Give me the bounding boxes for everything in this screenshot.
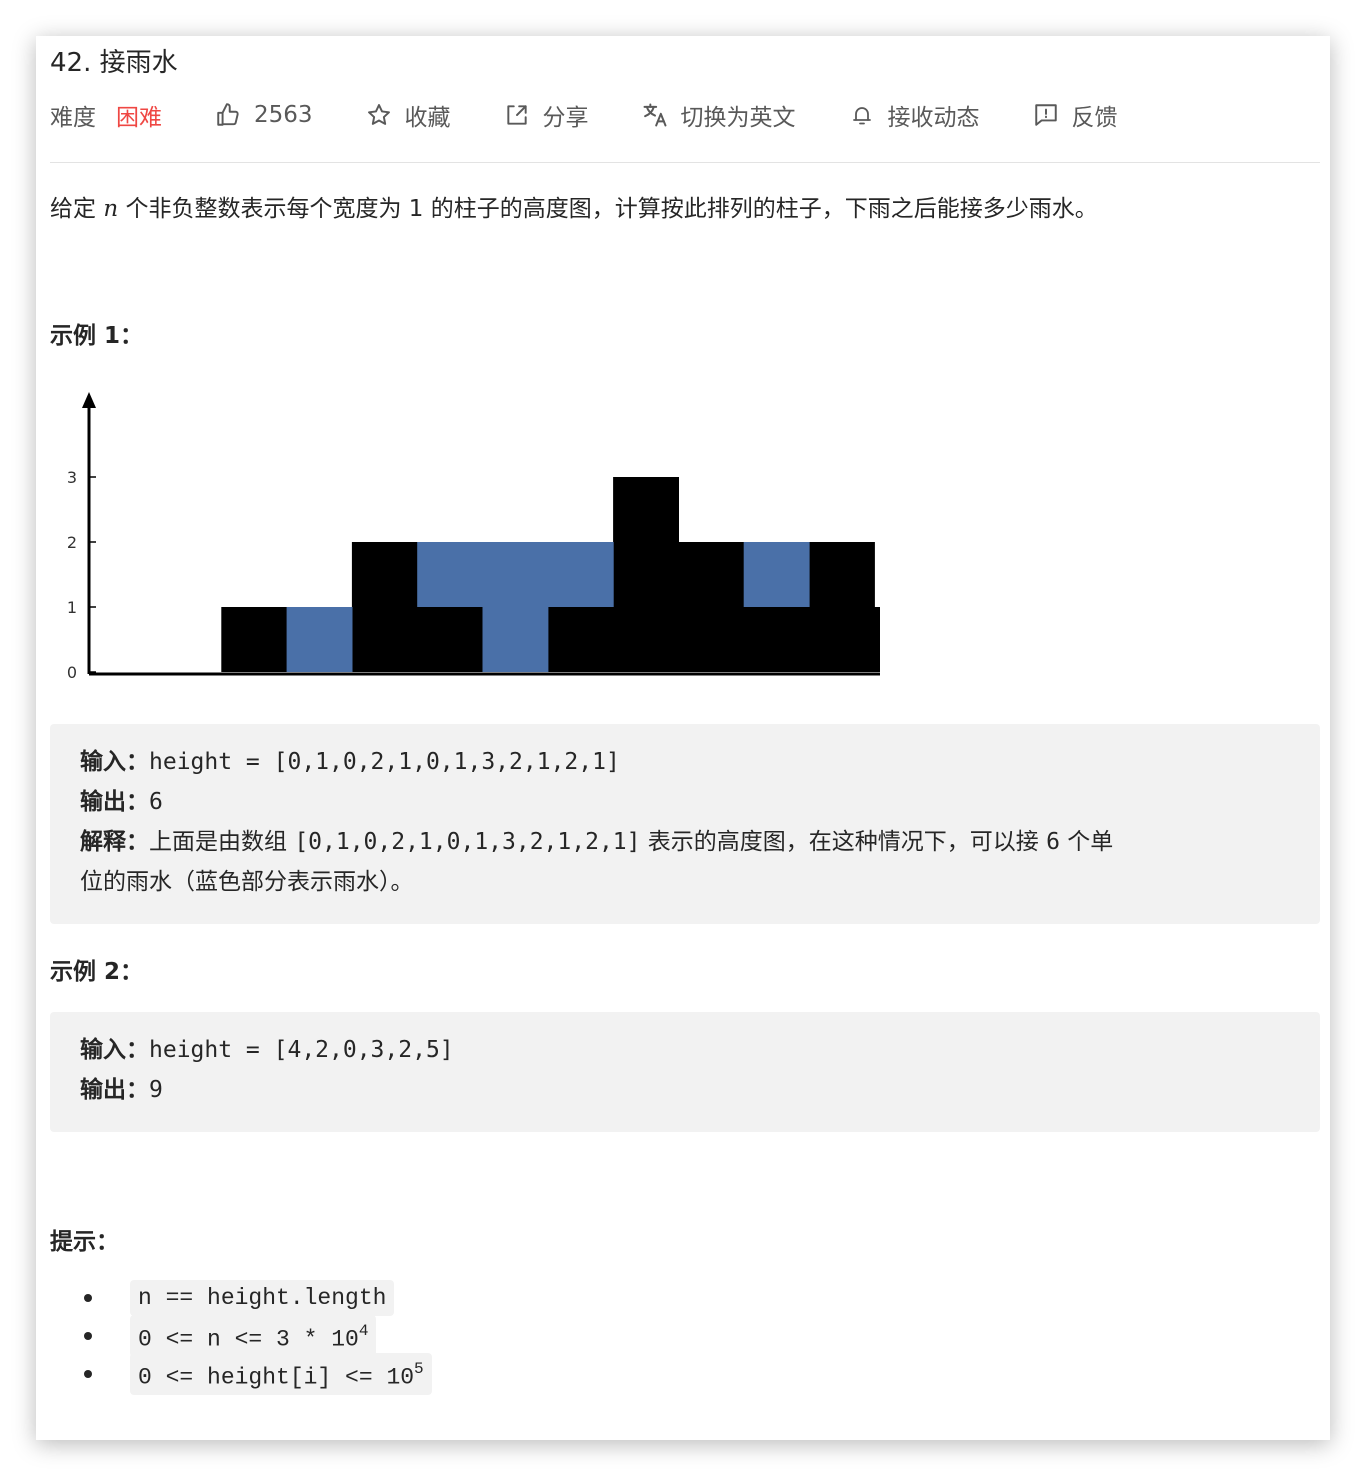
y-tick-label: 0 (67, 663, 77, 682)
description-variable: n (103, 196, 119, 222)
example-1-output-value: 6 (149, 789, 163, 815)
hint-exponent: 4 (358, 1321, 369, 1340)
problem-card: 42. 接雨水 难度 困难 2563 收藏 分享 切换为英文 接收动态 反馈 给… (36, 36, 1330, 1440)
example-1-input-label: 输入： (80, 749, 149, 775)
description-text-start: 给定 (50, 196, 104, 222)
elevation-bar (547, 607, 614, 672)
feedback-button[interactable]: 反馈 (1032, 98, 1118, 132)
hint-code: n == height.length (130, 1280, 395, 1316)
header-divider (50, 162, 1320, 163)
elevation-map-chart: 0 1 2 3 (67, 392, 941, 682)
elevation-bar (874, 607, 941, 672)
hint-code: 0 <= n <= 3 * 104 (130, 1314, 377, 1358)
hints-title: 提示： (50, 1229, 119, 1255)
example-1-explain-number: 6 (1046, 829, 1060, 855)
hint-text: n == height.length (138, 1285, 387, 1311)
example-1-output-line: 输出：6 (80, 782, 1290, 822)
share-button[interactable]: 分享 (503, 98, 589, 132)
thumbs-up-icon (214, 101, 242, 129)
translate-button[interactable]: 切换为英文 (641, 98, 796, 132)
feedback-label: 反馈 (1071, 105, 1118, 131)
example-2-output-line: 输出：9 (80, 1070, 1290, 1110)
hint-item: 0 <= height[i] <= 105 (50, 1352, 432, 1396)
share-label: 分享 (542, 105, 589, 131)
water-bar (482, 542, 549, 672)
example-2-output-label: 输出： (80, 1077, 149, 1103)
hint-code: 0 <= height[i] <= 105 (130, 1352, 432, 1396)
example-2-input-value: height = [4,2,0,3,2,5] (149, 1037, 454, 1063)
example-1-explain-continuation: 位的雨水（蓝色部分表示雨水）。 (80, 869, 414, 895)
problem-toolbar: 难度 困难 2563 收藏 分享 切换为英文 接收动态 反馈 (50, 98, 1170, 132)
example-1-explain-label: 解释： (80, 829, 149, 855)
example-1-explain-text-2: 表示的高度图，在这种情况下，可以接 (640, 829, 1047, 855)
like-button[interactable]: 2563 (214, 101, 313, 129)
like-count: 2563 (254, 102, 313, 128)
elevation-bar (417, 607, 484, 672)
example-2-code-block: 输入：height = [4,2,0,3,2,5] 输出：9 (50, 1012, 1320, 1132)
example-2-title: 示例 2： (50, 959, 144, 985)
subscribe-label: 接收动态 (887, 105, 980, 131)
example-1-explain-text-1: 上面是由数组 (149, 829, 295, 855)
example-1-explain-line: 解释：上面是由数组 [0,1,0,2,1,0,1,3,2,1,2,1] 表示的高… (80, 822, 1290, 862)
example-1-input-value: height = [0,1,0,2,1,0,1,3,2,1,2,1] (149, 749, 620, 775)
share-icon (503, 101, 531, 129)
water-bar (417, 542, 484, 607)
description-text-end: 个非负整数表示每个宽度为 1 的柱子的高度图，计算按此排列的柱子，下雨之后能接多… (118, 196, 1098, 222)
y-tick-label: 2 (67, 533, 77, 552)
example-2-input-label: 输入： (80, 1037, 149, 1063)
elevation-bar (613, 477, 679, 672)
example-1-explain-array: [0,1,0,2,1,0,1,3,2,1,2,1] (294, 829, 641, 855)
star-icon (365, 101, 393, 129)
hints-list: n == height.length 0 <= n <= 3 * 104 0 <… (50, 1279, 432, 1396)
hint-exponent: 5 (414, 1359, 424, 1378)
problem-description: 给定 n 个非负整数表示每个宽度为 1 的柱子的高度图，计算按此排列的柱子，下雨… (50, 192, 1098, 226)
water-bar (286, 607, 353, 672)
difficulty-badge: 困难 (116, 105, 162, 131)
bullet-icon (84, 1332, 92, 1340)
y-tick-label: 1 (67, 598, 77, 617)
elevation-bar (743, 607, 810, 672)
translate-label: 切换为英文 (680, 105, 796, 131)
elevation-bar (809, 542, 875, 672)
elevation-map-figure: 0 1 2 3 (50, 386, 941, 686)
hint-text: 0 <= height[i] <= 10 (138, 1364, 415, 1391)
collect-button[interactable]: 收藏 (365, 98, 451, 132)
hint-item: n == height.length (50, 1279, 432, 1317)
translate-icon (641, 101, 669, 129)
collect-label: 收藏 (404, 105, 451, 131)
elevation-bar (351, 542, 418, 672)
feedback-icon (1032, 101, 1060, 129)
y-tick-label: 3 (67, 468, 77, 487)
elevation-bar (678, 542, 745, 672)
bullet-icon (84, 1370, 92, 1378)
hint-text: 0 <= n <= 3 * 10 (138, 1326, 359, 1353)
water-bar (547, 542, 614, 607)
example-1-input-line: 输入：height = [0,1,0,2,1,0,1,3,2,1,2,1] (80, 742, 1290, 782)
bell-icon (848, 101, 876, 129)
subscribe-button[interactable]: 接收动态 (848, 98, 980, 132)
example-1-title: 示例 1： (50, 323, 144, 349)
hint-item: 0 <= n <= 3 * 104 (50, 1314, 432, 1358)
example-1-output-label: 输出： (80, 789, 149, 815)
example-2-input-line: 输入：height = [4,2,0,3,2,5] (80, 1030, 1290, 1070)
example-2-output-value: 9 (149, 1077, 163, 1103)
difficulty-label: 难度 (50, 105, 96, 131)
problem-title: 42. 接雨水 (50, 48, 178, 78)
example-1-code-block: 输入：height = [0,1,0,2,1,0,1,3,2,1,2,1] 输出… (50, 724, 1320, 924)
water-bar (743, 542, 810, 607)
example-1-explain-text-3: 个单 (1059, 829, 1114, 855)
elevation-bar (221, 607, 288, 672)
bullet-icon (84, 1294, 92, 1302)
y-axis-arrow-icon (82, 392, 96, 408)
